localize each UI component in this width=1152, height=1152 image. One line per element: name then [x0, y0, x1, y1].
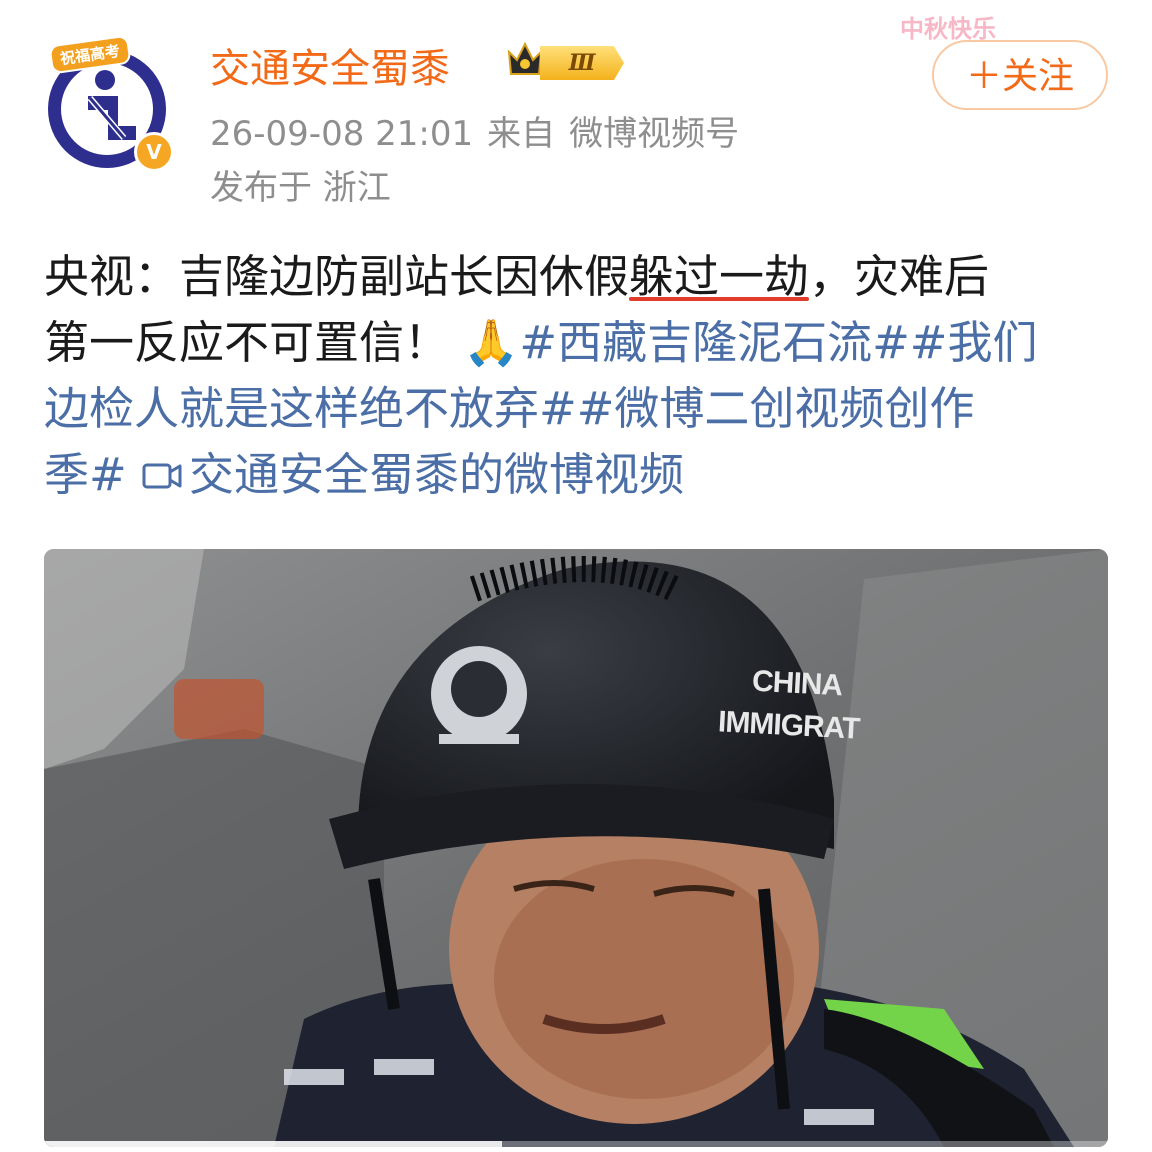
level-badge: Ⅲ [540, 46, 624, 80]
post-text: 央视：吉隆边防副站长因休假 [44, 250, 630, 303]
hashtag-tibet-mudslide[interactable]: #西藏吉隆泥石流# [519, 316, 909, 369]
post-line-1: 央视：吉隆边防副站长因休假躲过一劫，灾难后 [44, 244, 1114, 310]
video-progress-fill [44, 1141, 502, 1147]
hashtag-weibo-creation-end[interactable]: 季# [44, 448, 127, 501]
post-line-4: 季# 交通安全蜀黍的微博视频 [44, 442, 1114, 508]
source-prefix: 来自 [487, 114, 556, 154]
post-text: ，灾难后 [809, 250, 990, 303]
hashtag-border-inspectors-start[interactable]: #我们 [910, 316, 1038, 369]
post-body: 央视：吉隆边防副站长因休假躲过一劫，灾难后 第一反应不可置信！ 🙏#西藏吉隆泥石… [44, 244, 1114, 508]
highlighted-text: 躲过一劫 [629, 250, 810, 303]
post-source[interactable]: 微博视频号 [569, 114, 739, 154]
video-camera-icon [142, 463, 182, 489]
hashtag-weibo-creation-start[interactable]: #微博二创视频创作 [577, 382, 975, 435]
helmet-text-line1: CHINA [751, 664, 843, 703]
hashtag-border-inspectors-end[interactable]: 边检人就是这样绝不放弃# [44, 382, 577, 435]
post-meta: 26-09-08 21:01 来自 微博视频号 [210, 106, 739, 155]
video-link-label: 交通安全蜀黍的微博视频 [189, 448, 685, 501]
post-line-3: 边检人就是这样绝不放弃##微博二创视频创作 [44, 376, 1114, 442]
video-progress-bar[interactable] [44, 1141, 1108, 1147]
pray-emoji: 🙏 [463, 316, 520, 369]
follow-button[interactable]: ＋关注 [932, 40, 1108, 110]
video-link[interactable]: 交通安全蜀黍的微博视频 [141, 448, 684, 501]
post-location: 发布于 浙江 [210, 168, 391, 208]
post-line-2: 第一反应不可置信！ 🙏#西藏吉隆泥石流##我们 [44, 310, 1114, 376]
video-player[interactable]: CHINA IMMIGRAT [44, 549, 1108, 1147]
post-timestamp: 26-09-08 21:01 [210, 114, 474, 154]
author-avatar[interactable]: 祝福高考 V [44, 34, 174, 172]
video-thumbnail [44, 549, 1108, 1147]
author-name[interactable]: 交通安全蜀黍 [210, 36, 450, 94]
crown-icon [507, 41, 543, 75]
verified-icon: V [134, 132, 174, 172]
post-text: 第一反应不可置信！ [44, 316, 450, 369]
